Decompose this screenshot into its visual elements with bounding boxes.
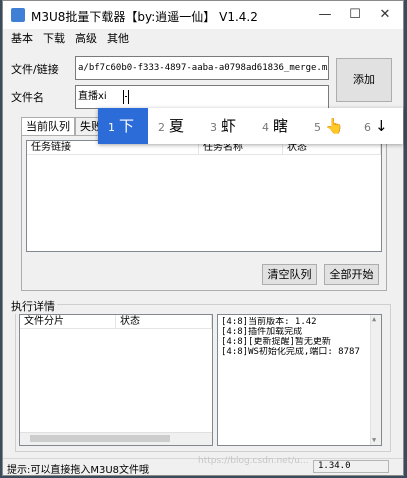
menu-basic[interactable]: 基本 (11, 30, 33, 46)
tab-current-queue[interactable]: 当前队列 (21, 117, 75, 136)
log-line: [4:8]当前版本: 1.42 (221, 317, 317, 327)
filename-label: 文件名 (11, 91, 44, 104)
log-line: [4:8]WS初始化完成,端口: 8787 (221, 347, 360, 357)
menu-other[interactable]: 其他 (107, 30, 129, 46)
text-cursor-icon (123, 90, 129, 104)
log-output[interactable]: [4:8]当前版本: 1.42 [4:8]插件加载完成 [4:8][更新提醒]暂… (217, 314, 382, 446)
watermark-text: https://blog.csdn.net/u... (198, 456, 309, 466)
ime-candidate-6[interactable]: 6 ↓ (364, 108, 388, 144)
status-version: 1.34.0 (313, 460, 389, 473)
filename-input[interactable]: 直播xi (75, 85, 329, 109)
log-scrollbar[interactable]: ▲ ▼ (370, 315, 381, 445)
ime-candidate-2[interactable]: 2夏 (158, 108, 184, 144)
menu-download[interactable]: 下载 (43, 30, 65, 46)
log-line: [4:8]插件加载完成 (221, 327, 303, 337)
menu-advanced[interactable]: 高级 (75, 30, 97, 46)
column-segment-status[interactable]: 状态 (116, 315, 212, 329)
app-icon (11, 8, 25, 22)
status-hint: 提示:可以直接拖入M3U8文件哦 (7, 465, 150, 476)
details-title: 执行详情 (9, 298, 57, 314)
log-line: [4:8][更新提醒]暂无更新 (221, 337, 331, 347)
segment-scrollbar[interactable] (20, 432, 212, 445)
ime-candidate-4[interactable]: 4瞎 (262, 108, 288, 144)
close-button[interactable]: ✕ (371, 4, 399, 26)
segment-list[interactable]: 文件分片 状态 (19, 314, 213, 446)
ime-candidate-1[interactable]: 1下 (98, 108, 148, 144)
title-bar[interactable]: M3U8批量下载器【by:逍遥一仙】 V1.4.2 — ☐ ✕ (3, 1, 403, 29)
ime-candidate-3[interactable]: 3虾 (210, 108, 236, 144)
ime-candidate-bar: 1下 2夏 3虾 4瞎 5 👆 6 ↓ (98, 108, 403, 144)
ime-candidate-5[interactable]: 5 👆 (314, 108, 344, 144)
scroll-down-icon[interactable]: ▼ (372, 437, 376, 444)
menu-bar: 基本 下载 高级 其他 (3, 29, 403, 47)
pointing-hand-icon: 👆 (325, 117, 344, 135)
scroll-up-icon[interactable]: ▲ (372, 316, 376, 323)
queue-list[interactable]: 任务链接 任务名称 状态 (26, 140, 382, 252)
queue-panel: 任务链接 任务名称 状态 清空队列 全部开始 (21, 135, 387, 291)
start-all-button[interactable]: 全部开始 (324, 264, 379, 285)
maximize-button[interactable]: ☐ (341, 4, 369, 26)
clear-queue-button[interactable]: 清空队列 (262, 264, 317, 285)
main-window: M3U8批量下载器【by:逍遥一仙】 V1.4.2 — ☐ ✕ 基本 下载 高级… (2, 0, 404, 476)
url-input[interactable]: a/bf7c60b0-f333-4897-aaba-a0798ad61836_m… (75, 56, 329, 80)
arrow-down-icon: ↓ (375, 117, 388, 135)
minimize-button[interactable]: — (311, 4, 339, 26)
url-label: 文件/链接 (11, 63, 59, 76)
add-button[interactable]: 添加 (336, 58, 392, 102)
window-title: M3U8批量下载器【by:逍遥一仙】 V1.4.2 (31, 10, 258, 24)
column-segment[interactable]: 文件分片 (20, 315, 116, 329)
